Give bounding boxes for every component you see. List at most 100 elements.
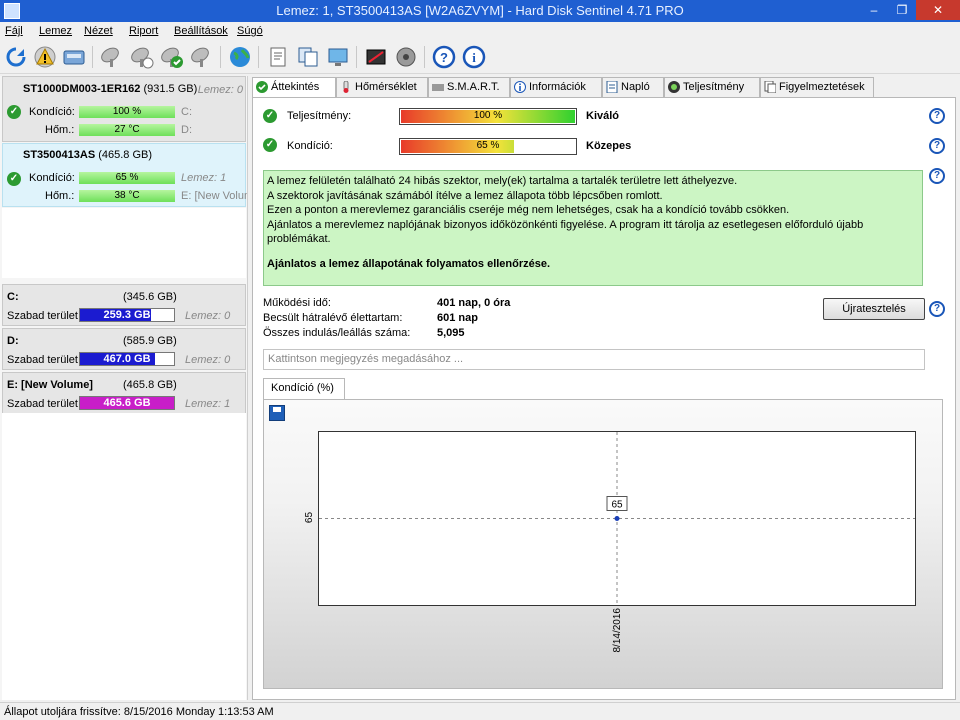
- menu-riport[interactable]: Riport: [129, 25, 158, 37]
- disk-settings-icon[interactable]: [394, 45, 418, 69]
- data-point: [614, 516, 620, 521]
- free-space-label: Szabad terület: [7, 354, 78, 366]
- volume-lemez: Lemez: 1: [185, 398, 231, 410]
- chart-panel: 65 65 8/14/2016: [263, 399, 943, 689]
- refresh-icon[interactable]: [4, 45, 28, 69]
- disk-icon[interactable]: [62, 45, 86, 69]
- temperature-bar: 27 °C: [79, 124, 175, 136]
- disk-name: ST1000DM003-1ER162 (931.5 GB): [23, 83, 198, 95]
- disk-lemez: Lemez: 0: [197, 84, 243, 96]
- free-space-value: 465.6 GB: [103, 397, 151, 409]
- kondicio-chart: 65: [319, 432, 915, 605]
- disk-icon: [432, 81, 444, 93]
- kondicio-label: Kondíció:: [29, 172, 75, 184]
- satellite-dish-icon[interactable]: [190, 45, 214, 69]
- teljesitmeny-value: 100 %: [473, 110, 503, 121]
- disk-list-panel: ST1000DM003-1ER162 (931.5 GB) Lemez: 0 ✓…: [0, 76, 248, 700]
- help-icon[interactable]: ?: [929, 301, 945, 317]
- disk-item-0[interactable]: ST1000DM003-1ER162 (931.5 GB) Lemez: 0 ✓…: [2, 76, 246, 142]
- info-line: Ajánlatos a merevlemez naplójának bizony…: [267, 218, 864, 246]
- temperature-label: Hőm.:: [45, 124, 75, 136]
- stat-label-uptime: Működési idő:: [263, 297, 331, 309]
- disk-name: ST3500413AS (465.8 GB): [23, 149, 153, 161]
- alert-icon[interactable]: [33, 45, 57, 69]
- tab-informaciok[interactable]: Információk: [510, 77, 602, 97]
- comment-input[interactable]: Kattintson megjegyzés megadásához ...: [263, 349, 925, 370]
- warnings-icon: [764, 80, 777, 94]
- free-space-label: Szabad terület: [7, 398, 78, 410]
- free-space-value: 259.3 GB: [103, 309, 151, 321]
- report-icon[interactable]: [266, 45, 290, 69]
- temperature-label: Hőm.:: [45, 190, 75, 202]
- chart-plot-area: 65: [318, 431, 916, 606]
- volume-item-e[interactable]: E: [New Volume] (465.8 GB) Szabad terüle…: [2, 372, 246, 414]
- tab-naplo[interactable]: Napló: [602, 77, 664, 97]
- tab-attekintes[interactable]: Áttekintés: [252, 77, 336, 98]
- teljesitmeny-verdict: Kiváló: [586, 110, 620, 122]
- surface-test-icon[interactable]: [364, 45, 388, 69]
- minimize-button[interactable]: –: [860, 0, 888, 20]
- volume-size: (585.9 GB): [123, 335, 177, 347]
- help-icon[interactable]: ?: [929, 138, 945, 154]
- help-icon[interactable]: ?: [929, 168, 945, 184]
- disk-item-1[interactable]: ST3500413AS (465.8 GB) ✓ Kondíció: 65 % …: [2, 143, 247, 207]
- ok-check-icon: ✓: [7, 105, 21, 119]
- overview-panel: ✓ Teljesítmény: 100 % Kiváló ? ✓ Kondíci…: [252, 97, 956, 700]
- performance-icon: [668, 81, 680, 93]
- kondicio-label: Kondíció:: [29, 106, 75, 118]
- x-tick-label: 8/14/2016: [612, 608, 623, 653]
- retest-button[interactable]: Újratesztelés: [823, 298, 925, 320]
- help-icon[interactable]: ?: [432, 45, 456, 69]
- title-bar: Lemez: 1, ST3500413AS [W2A6ZVYM] - Hard …: [0, 0, 960, 22]
- partition-label: D:: [181, 124, 192, 136]
- close-button[interactable]: ✕: [916, 0, 960, 20]
- kondicio-bar: 65 %: [79, 172, 175, 184]
- kondicio-bar: 65 %: [399, 138, 577, 155]
- partition-label: C:: [181, 106, 192, 118]
- ok-check-icon: ✓: [263, 138, 277, 152]
- teljesitmeny-label: Teljesítmény:: [287, 110, 352, 122]
- tab-figyelmeztetesek[interactable]: Figyelmeztetések: [760, 77, 874, 97]
- maximize-button[interactable]: ❐: [888, 0, 916, 20]
- satellite-dish-icon[interactable]: [130, 45, 154, 69]
- kondicio-label: Kondíció:: [287, 140, 333, 152]
- teljesitmeny-bar: 100 %: [399, 108, 577, 125]
- volume-name: E: [New Volume]: [7, 379, 93, 391]
- satellite-dish-icon[interactable]: [100, 45, 124, 69]
- menu-fajl[interactable]: Fájl: [5, 25, 23, 37]
- tab-teljesitmeny[interactable]: Teljesítmény: [664, 77, 760, 97]
- menu-bar: Fájl Lemez Nézet Riport Beállítások Súgó: [0, 22, 960, 40]
- volume-item-c[interactable]: C: (345.6 GB) Szabad terület 259.3 GB Le…: [2, 284, 246, 326]
- volume-lemez: Lemez: 0: [185, 310, 231, 322]
- info-recommendation: Ajánlatos a lemez állapotának folyamatos…: [267, 257, 551, 270]
- tab-smart[interactable]: S.M.A.R.T.: [428, 77, 510, 97]
- y-tick-label: 65: [304, 512, 315, 524]
- save-icon[interactable]: [269, 405, 285, 421]
- volume-item-d[interactable]: D: (585.9 GB) Szabad terület 467.0 GB Le…: [2, 328, 246, 370]
- info-line: A szektorok javításának számából ítélve …: [267, 189, 663, 202]
- menu-sugo[interactable]: Súgó: [237, 25, 263, 37]
- volume-size: (345.6 GB): [123, 291, 177, 303]
- tab-kondicio-chart[interactable]: Kondíció (%): [263, 378, 345, 400]
- status-bar: Állapot utoljára frissítve: 8/15/2016 Mo…: [0, 702, 960, 720]
- stat-value-startstop: 5,095: [437, 327, 465, 339]
- satellite-dish-ok-icon[interactable]: [160, 45, 184, 69]
- help-icon[interactable]: ?: [929, 108, 945, 124]
- partition-label: E: [New Volume]: [181, 190, 247, 202]
- tab-homerseklet[interactable]: Hőmérséklet: [336, 77, 428, 97]
- stat-value-lifetime: 601 nap: [437, 312, 478, 324]
- copy-icon[interactable]: [296, 45, 320, 69]
- temperature-bar: 38 °C: [79, 190, 175, 202]
- window-title: Lemez: 1, ST3500413AS [W2A6ZVYM] - Hard …: [276, 3, 684, 18]
- menu-lemez[interactable]: Lemez: [39, 25, 72, 37]
- ok-check-icon: ✓: [263, 109, 277, 123]
- kondicio-value: 65 %: [476, 140, 500, 151]
- kondicio-bar: 100 %: [79, 106, 175, 118]
- svg-text:?: ?: [440, 50, 448, 65]
- menu-beallitasok[interactable]: Beállítások: [174, 25, 228, 37]
- info-icon[interactable]: i: [462, 45, 486, 69]
- kondicio-verdict: Közepes: [586, 140, 632, 152]
- monitor-icon[interactable]: [326, 45, 350, 69]
- menu-nezet[interactable]: Nézet: [84, 25, 113, 37]
- globe-icon[interactable]: [228, 45, 252, 69]
